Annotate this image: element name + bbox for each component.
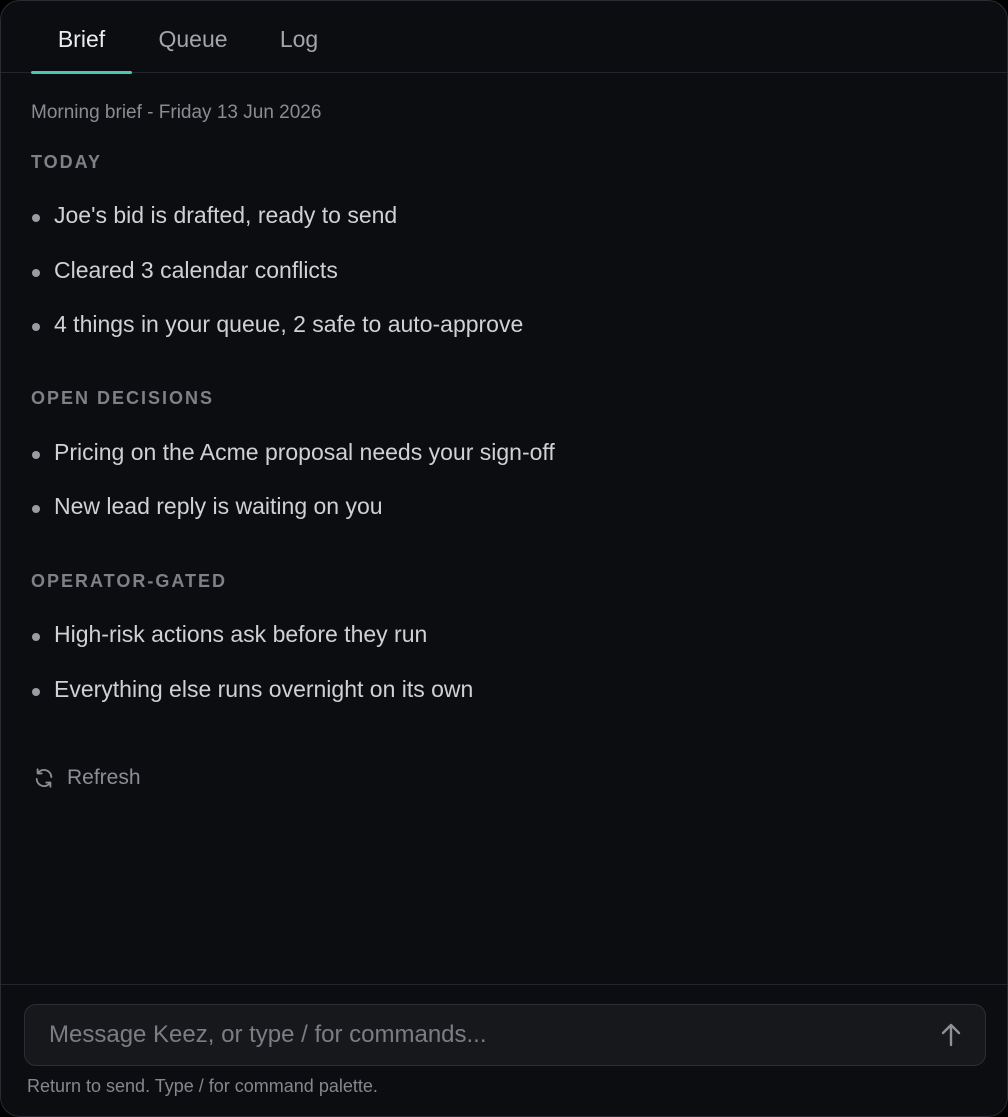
list-item-text: Everything else runs overnight on its ow… — [54, 676, 474, 702]
tab-brief[interactable]: Brief — [31, 1, 132, 74]
list-item-text: 4 things in your queue, 2 safe to auto-a… — [54, 311, 524, 337]
bullet-dot — [32, 505, 40, 513]
tab-log-label: Log — [279, 26, 319, 52]
section-title-operator-gated: OPERATOR-GATED — [31, 571, 228, 591]
message-input[interactable] — [49, 1005, 909, 1065]
active-tab-indicator — [31, 71, 132, 74]
tab-bar: Brief Queue Log — [1, 1, 1007, 74]
section-title-open-decisions: OPEN DECISIONS — [31, 388, 215, 408]
tab-queue-label: Queue — [158, 26, 228, 52]
list-item-text: Pricing on the Acme proposal needs your … — [54, 439, 555, 465]
message-composer — [24, 1004, 986, 1066]
list-item-text: Cleared 3 calendar conflicts — [54, 257, 338, 283]
composer-hint: Return to send. Type / for command palet… — [27, 1076, 378, 1096]
composer-area: Return to send. Type / for command palet… — [1, 984, 1007, 1116]
refresh-icon — [35, 768, 53, 788]
section-title-today: TODAY — [31, 152, 103, 172]
bullet-dot — [32, 451, 40, 459]
list-item-text: New lead reply is waiting on you — [54, 493, 383, 519]
refresh-button[interactable]: Refresh — [31, 763, 151, 793]
bullet-dot — [32, 633, 40, 641]
bullet-dot — [32, 688, 40, 696]
bullet-dot — [32, 269, 40, 277]
assistant-panel: Brief Queue Log Morning brief - Friday 1… — [0, 0, 1008, 1117]
arrow-up-icon — [941, 1023, 961, 1047]
list-item-text: High-risk actions ask before they run — [54, 621, 428, 647]
tab-brief-label: Brief — [57, 26, 106, 52]
send-button[interactable] — [935, 1019, 967, 1051]
brief-subtitle: Morning brief - Friday 13 Jun 2026 — [31, 102, 322, 123]
refresh-label: Refresh — [67, 766, 141, 789]
tab-queue[interactable]: Queue — [146, 1, 240, 73]
bullet-dot — [32, 214, 40, 222]
tab-log[interactable]: Log — [266, 1, 332, 73]
list-item-text: Joe's bid is drafted, ready to send — [54, 202, 398, 228]
bullet-dot — [32, 323, 40, 331]
